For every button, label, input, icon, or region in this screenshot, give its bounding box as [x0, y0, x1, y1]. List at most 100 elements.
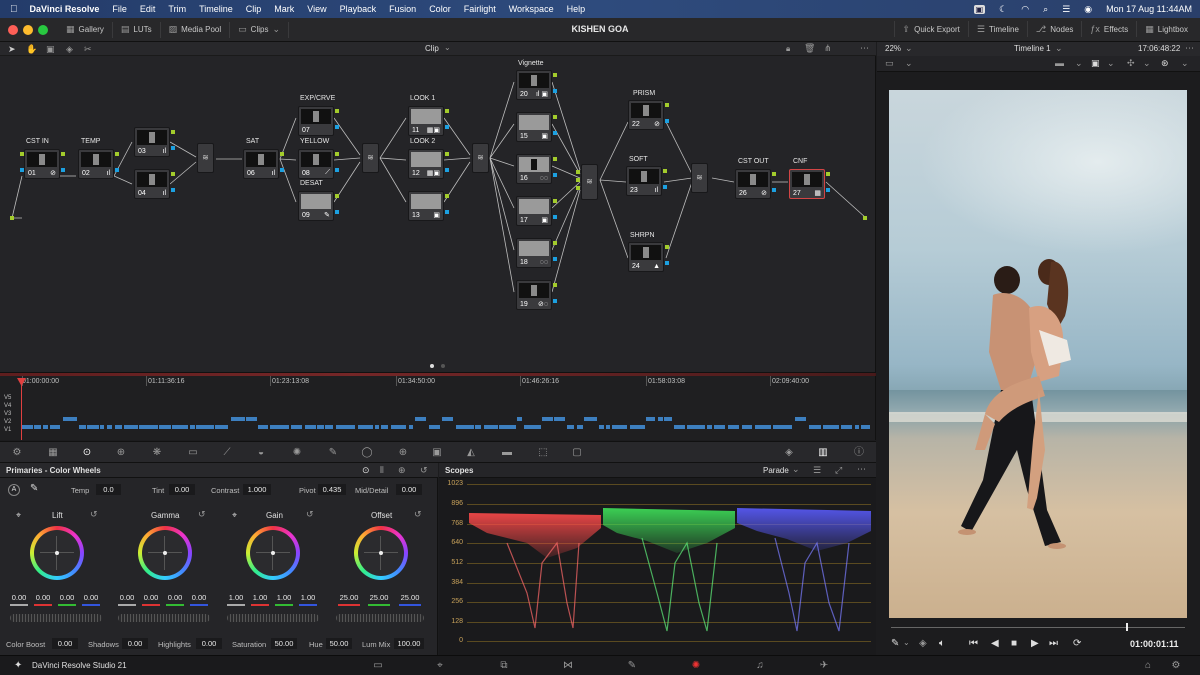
track-v2[interactable]: V2 — [4, 419, 11, 425]
scope-settings-icon[interactable]: ☰ — [813, 465, 821, 476]
shadows-field[interactable]: 0.00 — [122, 638, 148, 649]
dropper-icon[interactable]: ✎ — [891, 638, 899, 649]
timeline-clip[interactable] — [381, 425, 388, 429]
sizing-icon[interactable]: ⬚ — [536, 446, 550, 460]
nodes-toggle-button[interactable]: ⎇ Nodes — [1026, 21, 1082, 37]
pivot-field[interactable]: 0.435 — [318, 484, 346, 495]
timeline-clip[interactable] — [809, 425, 821, 429]
timeline-clips[interactable] — [22, 417, 872, 435]
timeline-clip[interactable] — [714, 425, 725, 429]
output-dot[interactable] — [863, 216, 867, 220]
clips-button[interactable]: ▭ Clips ⌄ — [230, 21, 289, 38]
menu-help[interactable]: Help — [567, 4, 586, 14]
gamma-g-value[interactable]: 0.00 — [164, 592, 186, 603]
timeline-clip[interactable] — [855, 425, 859, 429]
timeline-clip[interactable] — [246, 417, 257, 421]
contrast-field[interactable]: 1.000 — [243, 484, 271, 495]
middetail-field[interactable]: 0.00 — [396, 484, 422, 495]
rgb-output[interactable] — [445, 152, 449, 156]
scrub-playhead[interactable] — [1126, 623, 1128, 631]
gain-g-value[interactable]: 1.00 — [273, 592, 295, 603]
layers-icon[interactable]: ◈ — [919, 638, 927, 649]
motion-effects-icon[interactable]: ▭ — [186, 446, 200, 460]
rgb-output[interactable] — [553, 241, 557, 245]
lift-y-value[interactable]: 0.00 — [8, 592, 30, 603]
offset-r-value[interactable]: 25.00 — [336, 592, 362, 603]
timeline-clip[interactable] — [270, 425, 289, 429]
rgb-output[interactable] — [171, 130, 175, 134]
timeline-clip[interactable] — [567, 425, 574, 429]
timeline-clip[interactable] — [728, 425, 739, 429]
timeline-clip[interactable] — [674, 425, 685, 429]
node-19[interactable]: 19 ⊘◌ — [516, 280, 552, 310]
timeline-clip[interactable] — [358, 425, 373, 429]
key-output[interactable] — [553, 215, 557, 219]
gamma-y-value[interactable]: 0.00 — [116, 592, 138, 603]
timeline-clip[interactable] — [687, 425, 705, 429]
timeline-clip[interactable] — [429, 425, 440, 429]
rgb-input[interactable] — [20, 152, 24, 156]
media-pool-button[interactable]: ▨ Media Pool — [161, 21, 231, 38]
timeline-clip[interactable] — [87, 425, 99, 429]
timeline-clip[interactable] — [658, 417, 663, 421]
gain-reset-icon[interactable]: ↺ — [306, 509, 314, 520]
lift-g-value[interactable]: 0.00 — [56, 592, 78, 603]
node-12[interactable]: 12 ▦▣ — [408, 149, 444, 179]
menu-app-name[interactable]: DaVinci Resolve — [30, 4, 100, 14]
timeline-clip[interactable] — [258, 425, 268, 429]
rgb-output[interactable] — [445, 109, 449, 113]
rgb-output[interactable] — [826, 172, 830, 176]
track-v5[interactable]: V5 — [4, 395, 11, 401]
menu-fairlight[interactable]: Fairlight — [464, 4, 496, 14]
lightbox-icon[interactable]: ◈ — [782, 446, 796, 460]
node-15[interactable]: 15 ▣ — [516, 112, 552, 142]
key-output[interactable] — [171, 146, 175, 150]
lift-reset-icon[interactable]: ↺ — [90, 509, 98, 520]
home-icon[interactable]: ⌂ — [1141, 660, 1155, 672]
expand-icon[interactable]: ⤢ — [835, 465, 842, 476]
tint-field[interactable]: 0.00 — [169, 484, 195, 495]
effects-toggle-button[interactable]: ƒx Effects — [1081, 21, 1136, 37]
media-page-icon[interactable]: ▭ — [371, 660, 385, 672]
lift-master-wheel[interactable] — [10, 614, 102, 622]
key-output[interactable] — [663, 185, 667, 189]
key-output[interactable] — [665, 261, 669, 265]
mixer-input[interactable] — [576, 170, 580, 174]
node-08[interactable]: 08 ⟋ — [298, 149, 334, 179]
rgb-output[interactable] — [445, 194, 449, 198]
3d-icon[interactable]: ▢ — [570, 446, 584, 460]
minimize-window-button[interactable] — [23, 24, 33, 35]
key-output[interactable] — [445, 168, 449, 172]
node-07[interactable]: 07 — [298, 106, 334, 136]
timeline-clip[interactable] — [172, 425, 188, 429]
layer-mixer-1[interactable]: ≋ — [197, 143, 214, 173]
wifi-icon[interactable]: ◠ — [1021, 4, 1029, 15]
track-v4[interactable]: V4 — [4, 403, 11, 409]
node-11[interactable]: 11 ▦▣ — [408, 106, 444, 136]
timeline-clip[interactable] — [577, 425, 583, 429]
key-output[interactable] — [665, 119, 669, 123]
menu-color[interactable]: Color — [429, 4, 451, 14]
timeline-clip[interactable] — [795, 417, 806, 421]
key-output[interactable] — [553, 257, 557, 261]
timeline-clip[interactable] — [231, 417, 245, 421]
gain-picker-icon[interactable]: ⌖ — [232, 510, 237, 521]
picker-icon[interactable]: ✎ — [30, 483, 38, 494]
key-input[interactable] — [20, 168, 24, 172]
control-center-icon[interactable]: ☰ — [1062, 4, 1070, 15]
timeline-clip[interactable] — [159, 425, 171, 429]
volume-icon[interactable]: 🔈︎ — [939, 638, 945, 649]
node-04[interactable]: 04 ıl — [134, 169, 170, 199]
key-output[interactable] — [335, 168, 339, 172]
timeline-clip[interactable] — [475, 425, 481, 429]
timeline-clip[interactable] — [325, 425, 333, 429]
color-page-icon[interactable]: ✺ — [689, 660, 703, 672]
hdr-wheels-icon[interactable]: ⊕ — [114, 446, 128, 460]
moon-icon[interactable]: ☾ — [999, 4, 1007, 15]
magic-mask-icon[interactable]: ▣ — [430, 446, 444, 460]
node-26[interactable]: 26 ⊘ — [735, 169, 771, 199]
timeline-clip[interactable] — [499, 425, 516, 429]
timeline-clip[interactable] — [861, 425, 870, 429]
fairlight-page-icon[interactable]: ♫ — [753, 660, 767, 672]
gamma-reset-icon[interactable]: ↺ — [198, 509, 206, 520]
